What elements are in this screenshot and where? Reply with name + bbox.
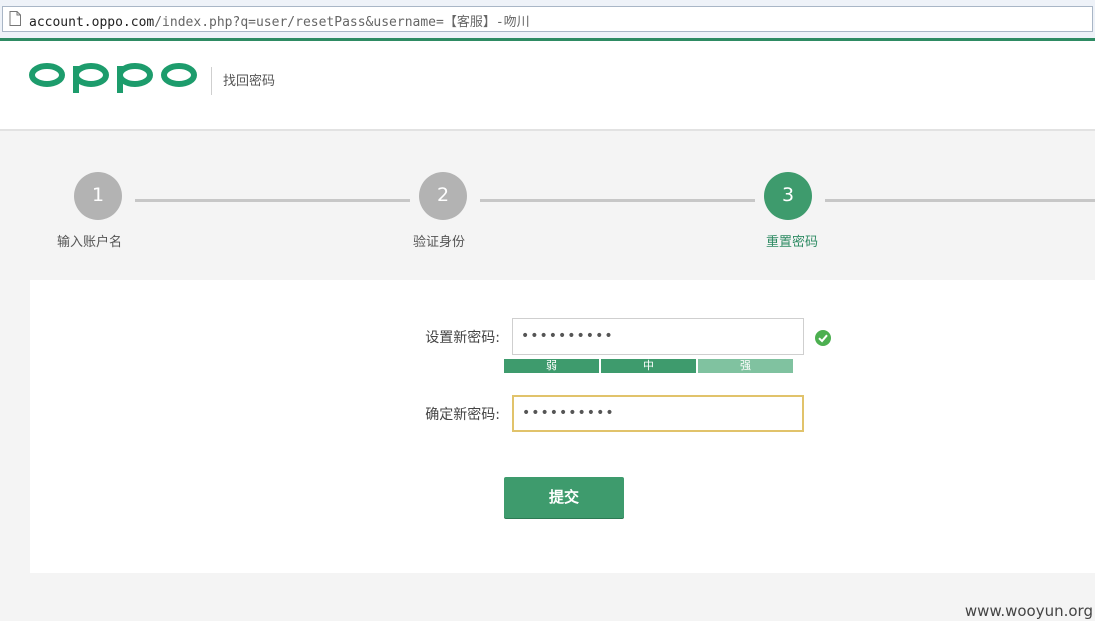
strength-medium: 中 xyxy=(601,359,696,373)
strength-strong: 强 xyxy=(698,359,793,373)
step-connector xyxy=(135,199,410,202)
url-text: account.oppo.com/index.php?q=user/resetP… xyxy=(29,11,530,30)
watermark: www.wooyun.org xyxy=(964,602,1093,620)
url-field[interactable]: account.oppo.com/index.php?q=user/resetP… xyxy=(2,6,1093,32)
step-1-circle: 1 xyxy=(74,172,122,220)
url-host: account.oppo.com xyxy=(29,15,155,30)
new-password-field[interactable]: •••••••••• xyxy=(512,318,804,355)
step-3-circle: 3 xyxy=(764,172,812,220)
url-path: /index.php?q=user/resetPass&username=【客服… xyxy=(154,15,530,30)
step-connector xyxy=(480,199,755,202)
header-divider xyxy=(211,67,212,95)
check-icon xyxy=(815,330,831,346)
submit-button[interactable]: 提交 xyxy=(504,477,624,518)
step-2-circle: 2 xyxy=(419,172,467,220)
reset-password-form: 设置新密码: •••••••••• 弱 中 强 确定新密码: •••••••••… xyxy=(30,280,1095,573)
confirm-password-label: 确定新密码: xyxy=(425,407,500,423)
step-2-label: 验证身份 xyxy=(413,235,466,250)
confirm-password-field[interactable]: •••••••••• xyxy=(512,395,804,432)
strength-weak: 弱 xyxy=(504,359,599,373)
browser-address-bar: account.oppo.com/index.php?q=user/resetP… xyxy=(0,0,1095,39)
step-3-label: 重置密码 xyxy=(766,235,819,250)
site-header: 找回密码 xyxy=(0,38,1095,131)
step-1-label: 输入账户名 xyxy=(57,235,123,250)
oppo-logo[interactable] xyxy=(29,63,199,95)
new-password-label: 设置新密码: xyxy=(425,330,500,346)
step-connector xyxy=(825,199,1095,202)
page-title: 找回密码 xyxy=(223,74,276,89)
progress-steps: 1 输入账户名 2 验证身份 3 重置密码 xyxy=(0,133,1095,280)
page-icon xyxy=(9,11,21,26)
